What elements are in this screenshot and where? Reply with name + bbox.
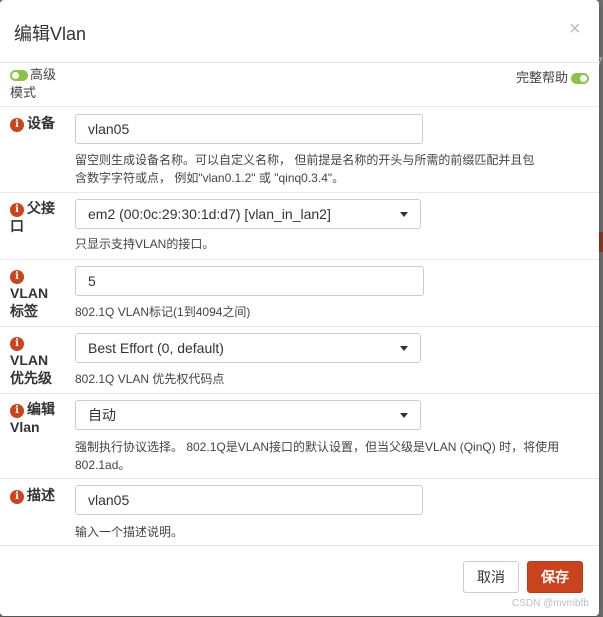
dialog-title: 编辑Vlan [14, 24, 87, 44]
vlan-tag-row: iVLAN 标签 5 802.1Q VLAN标记(1到4094之间) [0, 259, 599, 327]
save-button[interactable]: 保存 [527, 561, 583, 593]
device-help: 留空则生成设备名称。可以自定义名称， 但前提是名称的开头与所需的前缀匹配并且包 … [75, 153, 535, 185]
parent-interface-row: i 父接 口 em2 (00:0c:29:30:1d:d7) [vlan_in_l… [0, 192, 599, 260]
description-label: 描述 [27, 487, 55, 503]
dialog-footer: 取消 保存 [0, 545, 599, 617]
edit-vlan-dialog: 编辑Vlan × 高级 模式 完整帮助 i 设备 vlan05 留空则生成设备名称… [0, 0, 599, 616]
info-icon[interactable]: i [10, 270, 24, 284]
vlan-protocol-select[interactable]: 自动 [75, 400, 421, 430]
description-help: 输入一个描述说明。 [75, 525, 184, 539]
watermark: CSDN @mvmbfb [512, 598, 589, 609]
vlan-tag-help: 802.1Q VLAN标记(1到4094之间) [75, 305, 251, 319]
parent-interface-help: 只显示支持VLAN的接口。 [75, 237, 215, 251]
device-label: 设备 [27, 115, 55, 131]
vlan-tag-input[interactable]: 5 [75, 266, 424, 296]
cancel-button[interactable]: 取消 [463, 561, 519, 593]
device-row: i 设备 vlan05 留空则生成设备名称。可以自定义名称， 但前提是名称的开头与… [0, 106, 599, 193]
vlan-priority-select[interactable]: Best Effort (0, default) [75, 333, 421, 363]
toggle-switch-icon[interactable] [10, 70, 28, 82]
info-icon[interactable]: i [10, 404, 24, 418]
edit-vlan-help: 强制执行协议选择。 802.1Q是VLAN接口的默认设置，但当父级是VLAN (… [75, 440, 560, 472]
advanced-mode-toggle[interactable]: 高级 模式 [10, 66, 56, 102]
dialog-header: 编辑Vlan × [0, 0, 599, 63]
info-icon[interactable]: i [10, 490, 24, 504]
edit-vlan-row: i 编辑 Vlan 自动 强制执行协议选择。 802.1Q是VLAN接口的默认设置… [0, 393, 599, 479]
close-icon[interactable]: × [569, 19, 581, 39]
description-input[interactable]: vlan05 [75, 485, 423, 515]
info-icon[interactable]: i [10, 203, 24, 217]
parent-interface-select[interactable]: em2 (00:0c:29:30:1d:d7) [vlan_in_lan2] [75, 199, 421, 229]
description-row: i 描述 vlan05 输入一个描述说明。 [0, 478, 599, 546]
full-help-toggle[interactable]: 完整帮助 [516, 67, 590, 86]
advanced-mode-label-line2: 模式 [10, 85, 37, 100]
vlan-priority-row: iVLAN 优先级 Best Effort (0, default) 802.1… [0, 326, 599, 394]
vlan-priority-help: 802.1Q VLAN 优先权代码点 [75, 372, 225, 386]
device-input[interactable]: vlan05 [75, 114, 423, 144]
advanced-mode-label: 高级 [30, 67, 57, 82]
info-icon[interactable]: i [10, 337, 24, 351]
toggle-switch-icon[interactable] [571, 73, 590, 85]
full-help-label: 完整帮助 [516, 70, 569, 85]
info-icon[interactable]: i [10, 118, 24, 132]
